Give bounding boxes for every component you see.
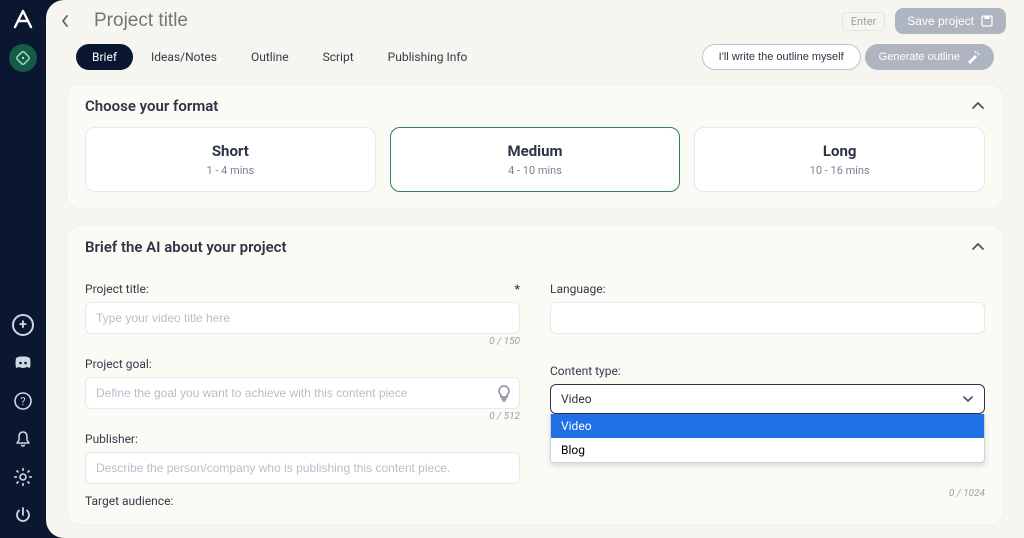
- save-project-button[interactable]: Save project: [895, 8, 1006, 34]
- generate-outline-button[interactable]: Generate outline: [865, 44, 994, 70]
- format-sub: 4 - 10 mins: [401, 164, 670, 177]
- required-marker: *: [515, 282, 520, 296]
- content-type-value: Video: [561, 392, 592, 406]
- content-type-option-blog[interactable]: Blog: [551, 438, 984, 462]
- tab-publishing-info[interactable]: Publishing Info: [372, 44, 484, 70]
- tabs: Brief Ideas/Notes Outline Script Publish…: [76, 44, 483, 70]
- generate-outline-label: Generate outline: [879, 51, 960, 63]
- collapse-brief-button[interactable]: [971, 242, 985, 252]
- format-card: Choose your format Short 1 - 4 mins Medi…: [66, 84, 1004, 209]
- language-label: Language:: [550, 282, 985, 296]
- language-input[interactable]: [550, 302, 985, 334]
- discord-icon[interactable]: [8, 348, 38, 378]
- format-name: Medium: [401, 142, 670, 160]
- format-option-short[interactable]: Short 1 - 4 mins: [85, 127, 376, 192]
- brief-heading: Brief the AI about your project: [85, 238, 287, 256]
- project-title-label: Project title: *: [85, 282, 520, 296]
- svg-text:?: ?: [20, 395, 25, 408]
- target-audience-label: Target audience:: [85, 494, 520, 508]
- project-goal-input[interactable]: [85, 377, 520, 409]
- notifications-icon[interactable]: [8, 424, 38, 454]
- app-sidebar: + ?: [0, 0, 46, 538]
- main-panel: Enter Save project Brief Ideas/Notes Out…: [46, 0, 1024, 538]
- workspace-badge-icon[interactable]: [9, 44, 37, 72]
- project-goal-counter: 0 / 512: [85, 411, 520, 422]
- publisher-label: Publisher:: [85, 432, 520, 446]
- chevron-down-icon: [962, 395, 974, 403]
- project-title-counter: 0 / 150: [85, 336, 520, 347]
- topbar: Enter Save project: [46, 0, 1024, 38]
- app-logo-icon: [10, 6, 36, 32]
- project-title-input[interactable]: [85, 302, 520, 334]
- lightbulb-icon[interactable]: [496, 384, 512, 402]
- format-sub: 10 - 16 mins: [705, 164, 974, 177]
- tab-brief[interactable]: Brief: [76, 44, 133, 70]
- publisher-input[interactable]: [85, 452, 520, 484]
- enter-hint: Enter: [842, 12, 886, 31]
- format-name: Short: [96, 142, 365, 160]
- format-sub: 1 - 4 mins: [96, 164, 365, 177]
- content-type-option-video[interactable]: Video: [551, 414, 984, 438]
- content-type-label: Content type:: [550, 364, 985, 378]
- tab-row: Brief Ideas/Notes Outline Script Publish…: [46, 38, 1024, 80]
- tab-outline[interactable]: Outline: [235, 44, 305, 70]
- format-option-long[interactable]: Long 10 - 16 mins: [694, 127, 985, 192]
- format-heading: Choose your format: [85, 97, 218, 115]
- publisher-counter: 0 / 1024: [550, 488, 985, 499]
- back-button[interactable]: [60, 14, 84, 28]
- content-scroll: Choose your format Short 1 - 4 mins Medi…: [46, 80, 1024, 538]
- tab-ideas-notes[interactable]: Ideas/Notes: [135, 44, 233, 70]
- format-option-medium[interactable]: Medium 4 - 10 mins: [390, 127, 681, 192]
- write-outline-myself-button[interactable]: I'll write the outline myself: [702, 44, 861, 70]
- content-type-dropdown: Video Blog: [550, 414, 985, 463]
- add-button[interactable]: +: [8, 310, 38, 340]
- magic-wand-icon: [966, 50, 980, 64]
- tab-script[interactable]: Script: [307, 44, 370, 70]
- save-project-label: Save project: [907, 14, 974, 28]
- project-goal-label: Project goal:: [85, 357, 520, 371]
- content-type-select[interactable]: Video: [550, 384, 985, 414]
- settings-icon[interactable]: [8, 462, 38, 492]
- collapse-format-button[interactable]: [971, 101, 985, 111]
- format-name: Long: [705, 142, 974, 160]
- save-icon: [980, 14, 994, 28]
- project-title-heading[interactable]: [94, 10, 254, 32]
- brief-card: Brief the AI about your project Project …: [66, 225, 1004, 525]
- help-icon[interactable]: ?: [8, 386, 38, 416]
- power-icon[interactable]: [8, 500, 38, 530]
